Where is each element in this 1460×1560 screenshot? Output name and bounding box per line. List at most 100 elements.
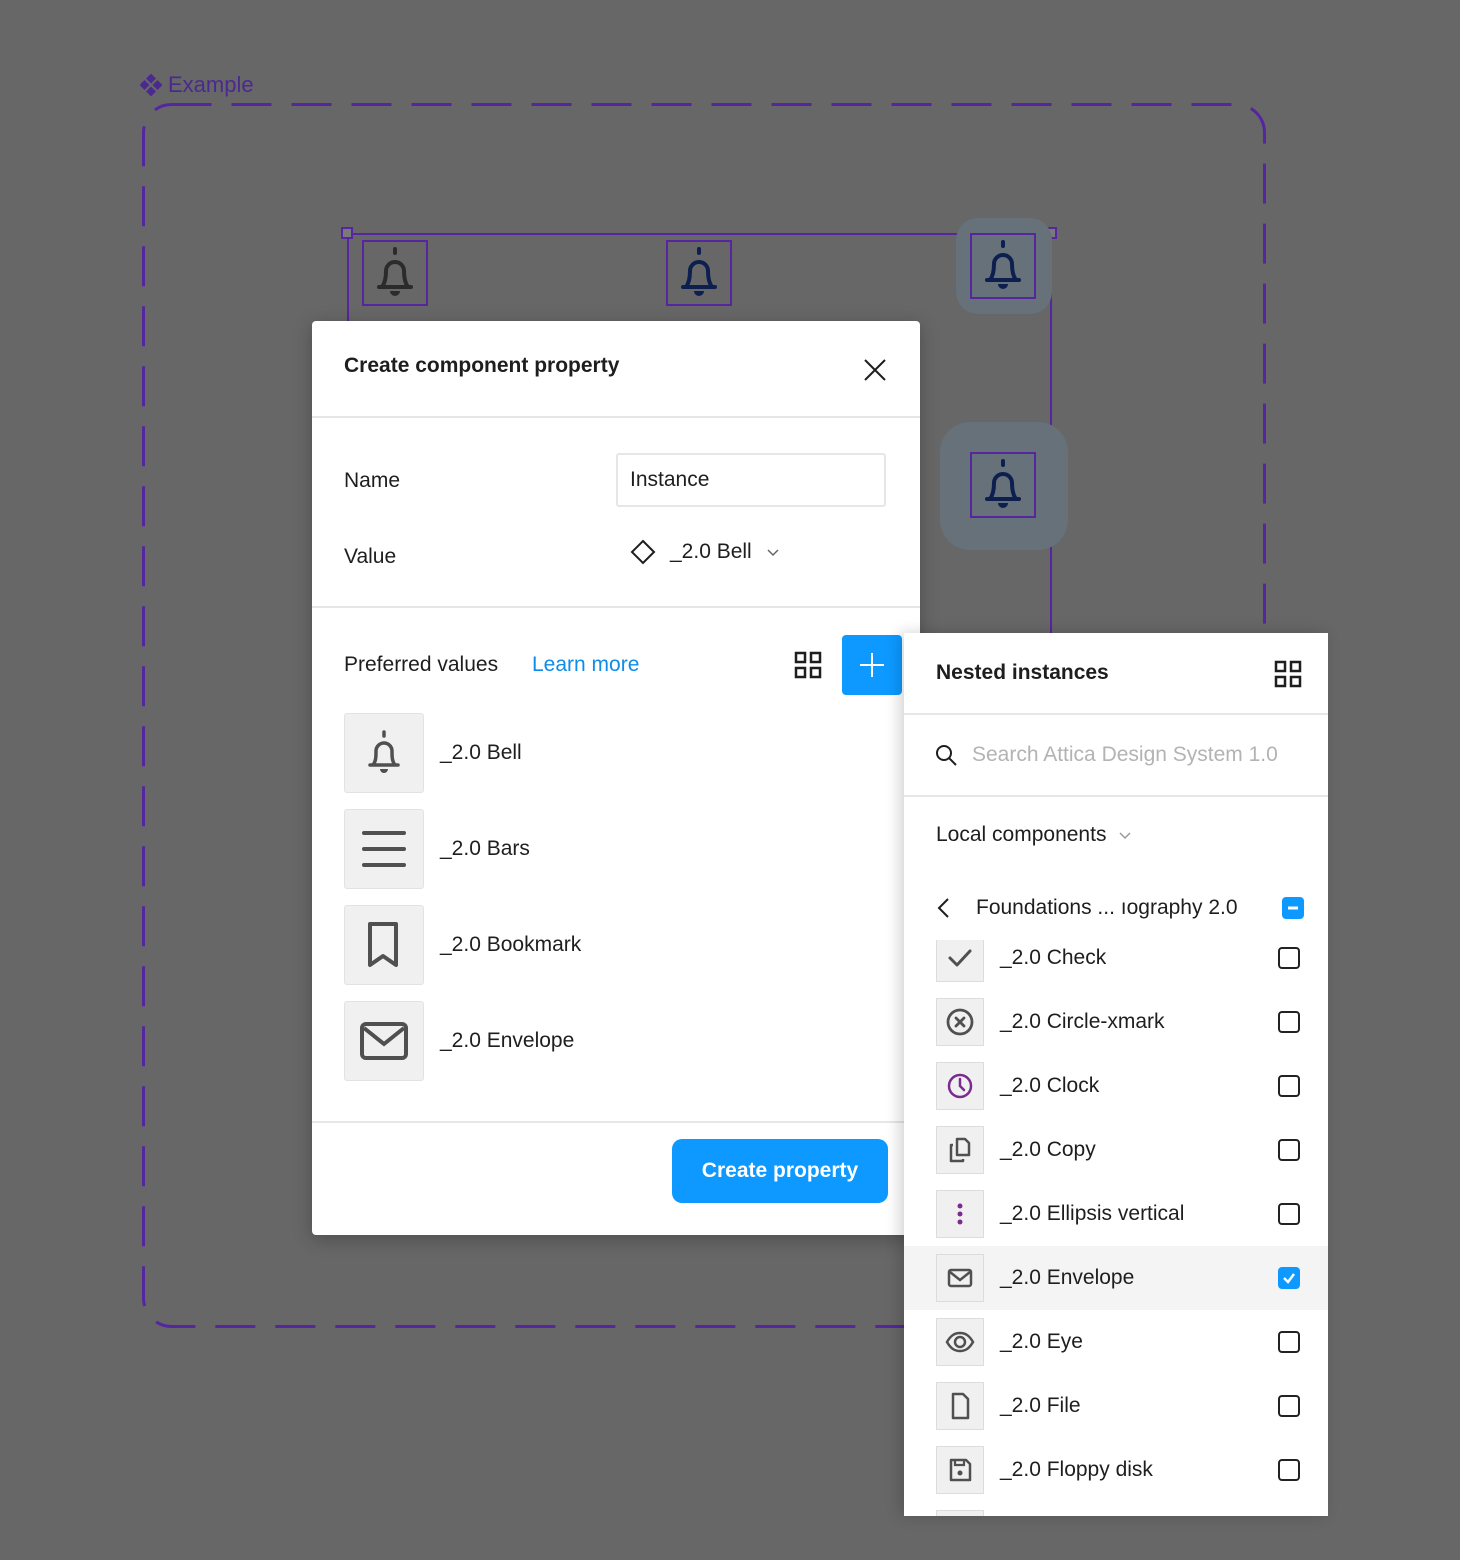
- bookmark-icon: [368, 922, 398, 967]
- item-thumb: [936, 1062, 984, 1110]
- item-label: _2.0 Copy: [1000, 1138, 1096, 1161]
- check-icon: [948, 949, 972, 967]
- library-select-value: Local components: [936, 823, 1107, 846]
- panel-title: Nested instances: [936, 661, 1109, 684]
- preferred-value-thumb: [344, 905, 424, 985]
- preferred-value-item[interactable]: _2.0 Bars: [344, 809, 844, 889]
- close-icon[interactable]: [860, 355, 890, 385]
- item-thumb: [936, 1510, 984, 1516]
- checkmark-icon: [1283, 1273, 1295, 1284]
- preferred-value-label: _2.0 Bars: [440, 837, 530, 860]
- preferred-value-thumb: [344, 1001, 424, 1081]
- library-select[interactable]: Local components: [936, 823, 1132, 847]
- preferred-value-item[interactable]: _2.0 Envelope: [344, 1001, 844, 1081]
- item-checkbox[interactable]: [1278, 1075, 1300, 1097]
- divider: [312, 606, 920, 608]
- item-checkbox[interactable]: [1278, 1395, 1300, 1417]
- create-component-property-dialog: Create component property Name Value _2.…: [312, 321, 920, 1235]
- bell-icon: [368, 730, 400, 773]
- bars-icon: [362, 831, 406, 867]
- floppy-disk-icon: [949, 1458, 972, 1482]
- learn-more-link[interactable]: Learn more: [532, 653, 639, 677]
- preferred-value-label: _2.0 Bell: [440, 741, 522, 764]
- list-item[interactable]: _2.0 Eye: [904, 1310, 1328, 1374]
- frame-name: Example: [168, 72, 254, 97]
- breadcrumb: Foundations ... ıography 2.0: [934, 896, 1304, 920]
- divider: [312, 416, 920, 418]
- item-label: _2.0 File: [1000, 1394, 1081, 1417]
- name-input[interactable]: [616, 453, 886, 507]
- grid-view-icon[interactable]: [794, 651, 822, 679]
- item-checkbox[interactable]: [1278, 1459, 1300, 1481]
- list-item[interactable]: _2.0 Circle-xmark: [904, 990, 1328, 1054]
- bell-icon: [985, 459, 1021, 508]
- minus-icon: [1288, 906, 1298, 910]
- chevron-down-icon: [1119, 832, 1131, 840]
- value-selected: _2.0 Bell: [670, 540, 752, 563]
- item-checkbox[interactable]: [1278, 947, 1300, 969]
- divider: [904, 713, 1328, 715]
- list-item[interactable]: [904, 1502, 1328, 1516]
- file-icon: [951, 1392, 970, 1420]
- item-checkbox[interactable]: [1278, 1267, 1300, 1289]
- list-item[interactable]: _2.0 Copy: [904, 1118, 1328, 1182]
- clock-icon: [947, 1073, 973, 1099]
- instance-diamond-icon: [630, 539, 656, 565]
- resize-handle-top-left[interactable]: [341, 227, 353, 239]
- preferred-value-thumb: [344, 713, 424, 793]
- search-input[interactable]: [972, 736, 1306, 774]
- plus-icon: [860, 653, 884, 677]
- item-label: _2.0 Check: [1000, 946, 1107, 969]
- item-label: _2.0 Floppy disk: [1000, 1458, 1153, 1481]
- list-item[interactable]: _2.0 File: [904, 1374, 1328, 1438]
- nested-instances-list[interactable]: _2.0 Check _2.0 Circle-xmark _2.0 Clock …: [904, 940, 1328, 1516]
- chevron-left-icon[interactable]: [934, 896, 954, 920]
- preferred-value-label: _2.0 Envelope: [440, 1029, 575, 1052]
- value-select[interactable]: _2.0 Bell: [630, 539, 780, 565]
- create-property-button[interactable]: Create property: [672, 1139, 888, 1203]
- list-item[interactable]: _2.0 Ellipsis vertical: [904, 1182, 1328, 1246]
- envelope-icon: [947, 1268, 973, 1288]
- dialog-title: Create component property: [344, 354, 620, 377]
- select-all-checkbox[interactable]: [1282, 897, 1304, 919]
- divider: [312, 1121, 920, 1123]
- item-thumb: [936, 940, 984, 982]
- envelope-icon: [360, 1022, 408, 1060]
- ellipsis-vertical-icon: [957, 1203, 963, 1225]
- item-label: _2.0 Clock: [1000, 1074, 1100, 1097]
- list-item[interactable]: _2.0 Clock: [904, 1054, 1328, 1118]
- preferred-values-title: Preferred values: [344, 653, 499, 676]
- item-thumb: [936, 1318, 984, 1366]
- item-checkbox[interactable]: [1278, 1331, 1300, 1353]
- item-checkbox[interactable]: [1278, 1011, 1300, 1033]
- item-label: _2.0 Envelope: [1000, 1266, 1135, 1289]
- preferred-value-thumb: [344, 809, 424, 889]
- bell-icon: [985, 240, 1021, 289]
- preferred-value-label: _2.0 Bookmark: [440, 933, 582, 956]
- divider: [904, 795, 1328, 797]
- item-checkbox[interactable]: [1278, 1139, 1300, 1161]
- frame-label[interactable]: Example: [140, 72, 254, 98]
- nested-instances-panel: Nested instances Local components Founda…: [904, 633, 1328, 1516]
- grid-view-icon[interactable]: [1274, 660, 1302, 688]
- add-preferred-value-button[interactable]: [842, 635, 902, 695]
- instance-bell-2[interactable]: [666, 240, 732, 306]
- breadcrumb-text: Foundations ... ıography 2.0: [976, 896, 1238, 919]
- preferred-value-item[interactable]: _2.0 Bell: [344, 713, 844, 793]
- list-item-selected[interactable]: _2.0 Envelope: [904, 1246, 1328, 1310]
- instance-bell-3[interactable]: [970, 233, 1036, 299]
- instance-bell-4[interactable]: [970, 452, 1036, 518]
- chevron-down-icon: [767, 549, 779, 557]
- component-icon: [140, 74, 162, 96]
- item-thumb: [936, 998, 984, 1046]
- item-checkbox[interactable]: [1278, 1203, 1300, 1225]
- instance-bell-1[interactable]: [362, 240, 428, 306]
- preferred-value-item[interactable]: _2.0 Bookmark: [344, 905, 844, 985]
- list-item[interactable]: _2.0 Floppy disk: [904, 1438, 1328, 1502]
- search-icon: [936, 745, 957, 766]
- item-label: _2.0 Ellipsis vertical: [1000, 1202, 1185, 1225]
- copy-icon: [949, 1137, 971, 1163]
- bell-icon: [377, 247, 413, 296]
- list-item[interactable]: _2.0 Check: [904, 940, 1328, 990]
- item-thumb: [936, 1126, 984, 1174]
